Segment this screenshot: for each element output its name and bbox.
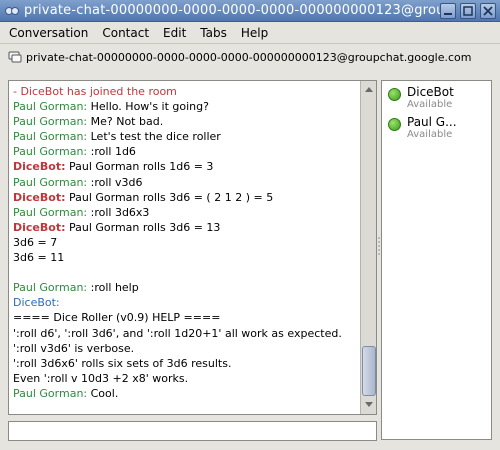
- message-text: Cool.: [87, 386, 119, 400]
- pidgin-app-icon[interactable]: [4, 3, 20, 19]
- chat-message: Paul Gorman: :roll v3d6: [13, 175, 358, 190]
- chevron-down-icon: [365, 402, 373, 407]
- message-sender: Paul Gorman:: [13, 115, 88, 129]
- available-status-icon: [388, 88, 401, 101]
- chevron-up-icon: [365, 87, 373, 92]
- chat-scrollbar[interactable]: [360, 81, 376, 414]
- chat-message: [13, 265, 358, 280]
- member-status: Available: [407, 129, 453, 140]
- member-name: Paul G...: [407, 115, 457, 129]
- minimize-icon: [444, 13, 452, 15]
- menu-tabs[interactable]: Tabs: [195, 26, 232, 40]
- chat-message: ':roll d6', ':roll 3d6', and ':roll 1d20…: [13, 326, 358, 341]
- message-text: Paul Gorman rolls 3d6 = 13: [65, 220, 221, 234]
- menu-contact[interactable]: Contact: [97, 26, 154, 40]
- chat-message: ==== Dice Roller (v0.9) HELP ====: [13, 310, 358, 325]
- message-text: Hello. How's it going?: [87, 100, 209, 114]
- scroll-thumb[interactable]: [362, 346, 376, 396]
- chat-room-icon: [8, 51, 22, 63]
- menu-conversation[interactable]: Conversation: [4, 26, 93, 40]
- chat-message: Paul Gorman: :roll 1d6: [13, 144, 358, 159]
- message-text: :roll 1d6: [87, 145, 136, 159]
- chat-message: Even ':roll v 10d3 +2 x8' works.: [13, 371, 358, 386]
- message-sender: Paul Gorman:: [13, 130, 88, 144]
- system-message-text: - DiceBot has joined the room: [13, 85, 177, 98]
- close-window-button[interactable]: [480, 3, 496, 19]
- room-header: private-chat-00000000-0000-0000-0000-000…: [0, 46, 500, 68]
- chat-message: Paul Gorman: :roll help: [13, 280, 358, 295]
- menu-bar: Conversation Contact Edit Tabs Help: [0, 22, 500, 44]
- message-sender: Paul Gorman:: [13, 281, 88, 295]
- message-sender: Paul Gorman:: [13, 145, 88, 159]
- window-title: private-chat-00000000-0000-0000-0000-000…: [24, 3, 444, 18]
- chat-message: Paul Gorman: :roll 3d6x3: [13, 205, 358, 220]
- message-text: :roll 3d6x3: [87, 205, 150, 219]
- chat-message: DiceBot: Paul Gorman rolls 1d6 = 3: [13, 159, 358, 174]
- member-status: Available: [407, 99, 453, 110]
- scroll-up-arrow[interactable]: [362, 82, 376, 96]
- message-text: :roll v3d6: [87, 175, 143, 189]
- chat-message: Paul Gorman: Hello. How's it going?: [13, 99, 358, 114]
- message-text: Let's test the dice roller: [87, 130, 221, 144]
- chat-message: DiceBot: Paul Gorman rolls 3d6 = ( 2 1 2…: [13, 190, 358, 205]
- chat-message: Paul Gorman: Me? Not bad.: [13, 114, 358, 129]
- chat-message: ':roll 3d6x6' rolls six sets of 3d6 resu…: [13, 356, 358, 371]
- menu-edit[interactable]: Edit: [158, 26, 191, 40]
- message-sender: Paul Gorman:: [13, 175, 88, 189]
- member-item[interactable]: Paul G... Available: [388, 115, 457, 140]
- conversation-pane[interactable]: - DiceBot has joined the room Paul Gorman…: [8, 80, 377, 415]
- maximize-icon: [463, 6, 473, 16]
- message-text: 3d6 = 7: [13, 235, 58, 249]
- message-text: :roll help: [87, 281, 139, 295]
- maximize-button[interactable]: [460, 3, 476, 19]
- message-text: Paul Gorman rolls 1d6 = 3: [65, 160, 214, 174]
- message-sender: DiceBot:: [13, 296, 60, 310]
- message-sender: DiceBot:: [13, 160, 66, 174]
- message-sender: DiceBot:: [13, 220, 66, 234]
- chat-log[interactable]: - DiceBot has joined the room Paul Gorman…: [13, 84, 358, 412]
- member-item[interactable]: DiceBot Available: [388, 85, 454, 110]
- chat-message: DiceBot: Paul Gorman rolls 3d6 = 13: [13, 220, 358, 235]
- message-input[interactable]: [8, 421, 377, 441]
- chat-message: Paul Gorman: Cool.: [13, 386, 358, 401]
- minimize-button[interactable]: [440, 3, 456, 19]
- member-list: DiceBot Available Paul G... Available: [381, 80, 492, 440]
- message-text: Paul Gorman rolls 3d6 = ( 2 1 2 ) = 5: [65, 190, 274, 204]
- chat-message: 3d6 = 7: [13, 235, 358, 250]
- chat-message: Paul Gorman: Let's test the dice roller: [13, 129, 358, 144]
- message-text: ':roll 3d6x6' rolls six sets of 3d6 resu…: [13, 356, 232, 370]
- chat-message: ':roll v3d6' is verbose.: [13, 341, 358, 356]
- message-text: 3d6 = 11: [13, 251, 65, 265]
- room-title: private-chat-00000000-0000-0000-0000-000…: [26, 50, 472, 64]
- title-bar: private-chat-00000000-0000-0000-0000-000…: [0, 0, 500, 22]
- message-sender: DiceBot:: [13, 190, 66, 204]
- message-text: Even ':roll v 10d3 +2 x8' works.: [13, 371, 189, 385]
- scroll-down-arrow[interactable]: [362, 398, 376, 412]
- member-name: DiceBot: [407, 85, 454, 99]
- message-text: ':roll d6', ':roll 3d6', and ':roll 1d20…: [13, 326, 342, 340]
- message-sender: Paul Gorman:: [13, 205, 88, 219]
- message-sender: Paul Gorman:: [13, 100, 88, 114]
- chat-message: 3d6 = 11: [13, 250, 358, 265]
- message-sender: Paul Gorman:: [13, 386, 88, 400]
- message-text: Me? Not bad.: [87, 115, 164, 129]
- menu-help[interactable]: Help: [236, 26, 273, 40]
- chat-message: DiceBot:: [13, 295, 358, 310]
- available-status-icon: [388, 118, 401, 131]
- message-text: ==== Dice Roller (v0.9) HELP ====: [13, 311, 221, 325]
- close-icon: [483, 6, 493, 16]
- chat-message: - DiceBot has joined the room: [13, 84, 358, 99]
- message-text: ':roll v3d6' is verbose.: [13, 341, 135, 355]
